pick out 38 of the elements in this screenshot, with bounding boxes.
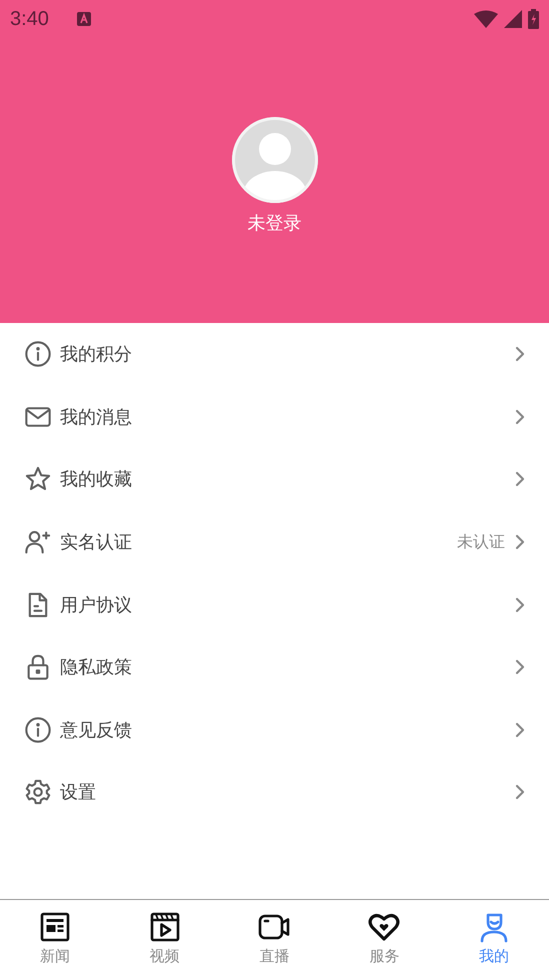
newspaper-icon: [38, 910, 71, 942]
wifi-icon: [474, 10, 498, 28]
settings-icon: [24, 778, 52, 806]
menu-item[interactable]: 我的积分: [0, 323, 549, 386]
chevron-right-icon: [515, 408, 525, 425]
menu-label: 设置: [60, 781, 96, 804]
info-icon: [24, 340, 52, 368]
battery-icon: [528, 9, 539, 29]
chevron-right-icon: [515, 784, 525, 800]
person-icon: [478, 910, 510, 942]
menu-label: 我的收藏: [60, 468, 132, 492]
status-value: 未认证: [457, 532, 505, 553]
chevron-right-icon: [515, 534, 525, 550]
menu-label: 隐私政策: [60, 656, 132, 680]
video-icon: [148, 910, 181, 942]
menu-item[interactable]: 我的收藏: [0, 448, 549, 511]
menu-label: 实名认证: [60, 531, 132, 554]
menu-label: 我的消息: [60, 406, 132, 429]
chevron-right-icon: [515, 346, 525, 362]
chevron-right-icon: [515, 659, 525, 676]
menu-item[interactable]: 隐私政策: [0, 636, 549, 699]
avatar-icon[interactable]: [232, 117, 318, 203]
chevron-right-icon: [515, 471, 525, 488]
menu-item[interactable]: 意见反馈: [0, 698, 549, 762]
chevron-right-icon: [515, 722, 525, 738]
menu-item[interactable]: 我的消息: [0, 386, 549, 448]
notification-icon: [76, 12, 91, 26]
menu-item[interactable]: 实名认证 未认证: [0, 510, 549, 574]
menu-label: 意见反馈: [60, 718, 132, 742]
add-person-icon: [24, 528, 52, 556]
signal-icon: [504, 10, 522, 28]
menu-label: 我的积分: [60, 343, 132, 366]
chevron-right-icon: [515, 596, 525, 613]
menu-item[interactable]: 设置: [0, 761, 549, 824]
info-icon: [24, 716, 52, 744]
status-time: 3:40: [10, 8, 49, 30]
menu-item[interactable]: 用户协议: [0, 573, 549, 636]
menu-label: 用户协议: [60, 594, 132, 617]
